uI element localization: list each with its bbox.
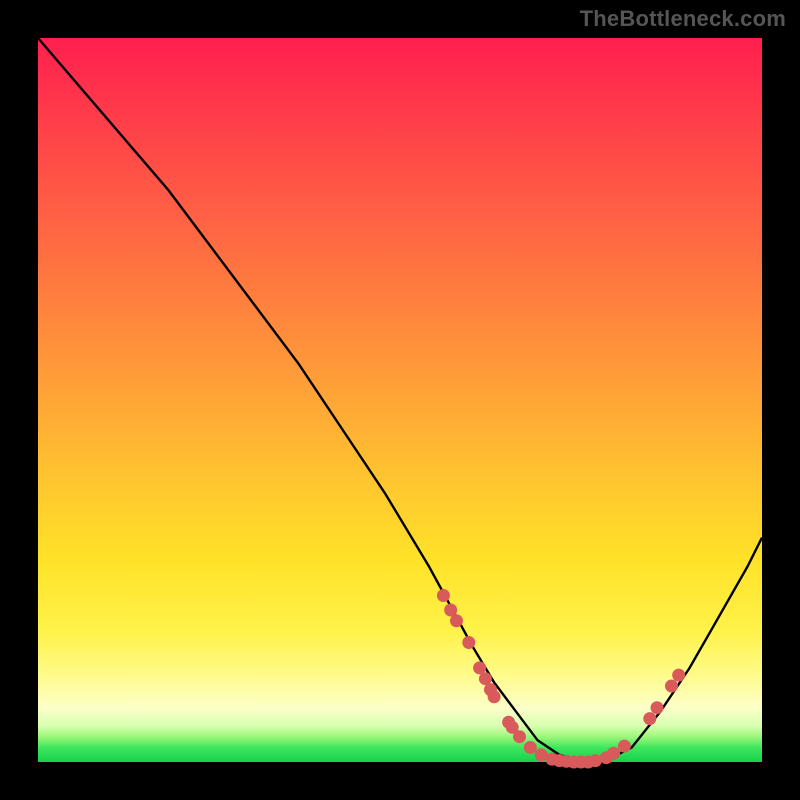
- bottleneck-curve: [38, 38, 762, 762]
- curve-marker: [488, 690, 501, 703]
- curve-marker: [665, 680, 678, 693]
- curve-marker: [643, 712, 656, 725]
- curve-marker: [672, 669, 685, 682]
- curve-svg: [38, 38, 762, 762]
- curve-marker: [618, 740, 631, 753]
- curve-marker: [513, 730, 526, 743]
- curve-marker: [651, 701, 664, 714]
- curve-marker: [462, 636, 475, 649]
- curve-marker: [607, 747, 620, 760]
- chart-frame: TheBottleneck.com: [0, 0, 800, 800]
- curve-marker: [524, 741, 537, 754]
- curve-marker: [437, 589, 450, 602]
- watermark-text: TheBottleneck.com: [580, 6, 786, 32]
- curve-marker: [450, 614, 463, 627]
- curve-markers: [437, 589, 685, 769]
- plot-area: [38, 38, 762, 762]
